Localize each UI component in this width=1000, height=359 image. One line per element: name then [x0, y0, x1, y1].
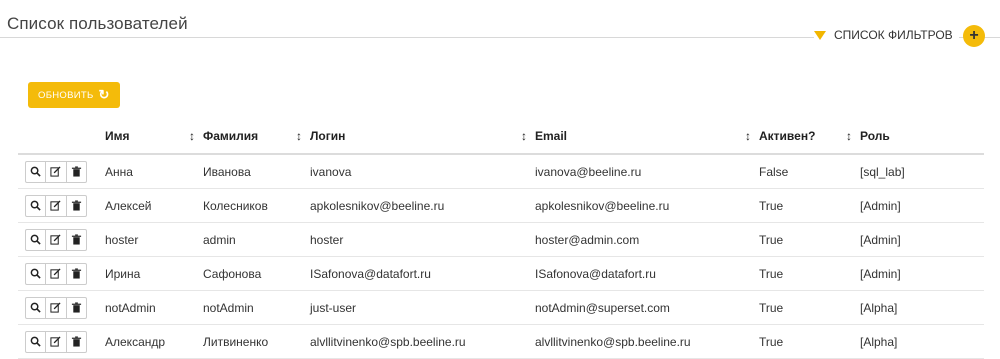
role-cell: [Admin]: [860, 256, 984, 291]
edit-icon[interactable]: [46, 263, 67, 284]
column-header-email[interactable]: Email ↕: [535, 119, 759, 155]
table-row: Ирина Сафонова ISafonova@datafort.ru ISafon…: [18, 256, 984, 291]
email-cell: notAdmin@superset.com: [535, 290, 759, 325]
refresh-icon: ↻: [98, 87, 110, 102]
first-name-cell: Анна: [105, 154, 203, 189]
role-cell: [Alpha]: [860, 290, 984, 325]
actions-column-header: [18, 119, 105, 155]
row-actions: [18, 188, 105, 223]
role-cell: [Admin]: [860, 188, 984, 223]
column-header-first-name[interactable]: Имя ↕: [105, 119, 203, 155]
table-row: hoster admin hoster hoster@admin.com True [Ad…: [18, 222, 984, 257]
edit-icon[interactable]: [46, 161, 67, 182]
funnel-icon: [814, 30, 826, 40]
row-actions: [18, 256, 105, 291]
column-header-role[interactable]: Роль: [860, 119, 984, 155]
edit-icon[interactable]: [46, 331, 67, 352]
table-row: Алексей Колесников apkolesnikov@beeline.ru…: [18, 188, 984, 223]
page-title: Список пользователей: [7, 14, 188, 33]
login-cell: apkolesnikov@beeline.ru: [310, 188, 535, 223]
trash-icon[interactable]: [67, 230, 86, 250]
users-table: Имя ↕ Фамилия ↕ Логин ↕ Email ↕ Активен? ↕ Ро…: [18, 119, 984, 359]
last-name-cell: Иванова: [203, 154, 310, 189]
column-header-active[interactable]: Активен? ↕: [759, 119, 860, 155]
search-icon[interactable]: [26, 195, 47, 216]
login-cell: alvllitvinenko@spb.beeline.ru: [310, 324, 535, 359]
action-group: [25, 228, 87, 251]
login-cell: hoster: [310, 222, 535, 257]
active-cell: True: [759, 324, 860, 359]
table-row: Анна Иванова ivanova ivanova@beeline.ru Fals…: [18, 154, 984, 189]
edit-icon[interactable]: [46, 229, 67, 250]
active-cell: True: [759, 188, 860, 223]
first-name-cell: Алексей: [105, 188, 203, 223]
action-group: [25, 160, 87, 183]
row-actions: [18, 154, 105, 189]
title-divider: [0, 37, 806, 38]
column-header-last-name[interactable]: Фамилия ↕: [203, 119, 310, 155]
edit-icon[interactable]: [46, 297, 67, 318]
action-group: [25, 296, 87, 319]
action-group: [25, 262, 87, 285]
trash-icon[interactable]: [67, 298, 86, 318]
refresh-label: ОБНОВИТЬ: [38, 89, 94, 101]
trash-icon[interactable]: [67, 196, 86, 216]
table-row: Александр Литвиненко alvllitvinenko@spb.be…: [18, 324, 984, 359]
first-name-cell: Александр: [105, 324, 203, 359]
role-cell: [Alpha]: [860, 324, 984, 359]
search-icon[interactable]: [26, 331, 47, 352]
sort-icon[interactable]: ↕: [745, 129, 751, 143]
last-name-cell: admin: [203, 222, 310, 257]
email-cell: ISafonova@datafort.ru: [535, 256, 759, 291]
role-cell: [Admin]: [860, 222, 984, 257]
last-name-cell: notAdmin: [203, 290, 310, 325]
email-cell: apkolesnikov@beeline.ru: [535, 188, 759, 223]
first-name-cell: notAdmin: [105, 290, 203, 325]
search-icon[interactable]: [26, 161, 47, 182]
active-cell: True: [759, 222, 860, 257]
email-cell: ivanova@beeline.ru: [535, 154, 759, 189]
last-name-cell: Сафонова: [203, 256, 310, 291]
trash-icon[interactable]: [67, 162, 86, 182]
email-cell: alvllitvinenko@spb.beeline.ru: [535, 324, 759, 359]
login-cell: ivanova: [310, 154, 535, 189]
sort-icon[interactable]: ↕: [189, 129, 195, 143]
first-name-cell: Ирина: [105, 256, 203, 291]
action-group: [25, 330, 87, 353]
sort-icon[interactable]: ↕: [521, 129, 527, 143]
sort-icon[interactable]: ↕: [296, 129, 302, 143]
role-cell: [sql_lab]: [860, 154, 984, 189]
table-row: notAdmin notAdmin just-user notAdmin@supers…: [18, 290, 984, 325]
table-header-row: Имя ↕ Фамилия ↕ Логин ↕ Email ↕ Активен? ↕ Ро…: [18, 119, 984, 155]
trash-icon[interactable]: [67, 264, 86, 284]
email-cell: hoster@admin.com: [535, 222, 759, 257]
action-group: [25, 194, 87, 217]
row-actions: [18, 222, 105, 257]
active-cell: False: [759, 154, 860, 189]
column-header-login[interactable]: Логин ↕: [310, 119, 535, 155]
row-actions: [18, 290, 105, 325]
last-name-cell: Колесников: [203, 188, 310, 223]
refresh-button[interactable]: ОБНОВИТЬ ↻: [28, 82, 120, 108]
edit-icon[interactable]: [46, 195, 67, 216]
last-name-cell: Литвиненко: [203, 324, 310, 359]
add-filter-button[interactable]: +: [963, 25, 985, 47]
filters-list-label: СПИСОК ФИЛЬТРОВ: [834, 28, 953, 42]
first-name-cell: hoster: [105, 222, 203, 257]
filters-list-button[interactable]: СПИСОК ФИЛЬТРОВ: [814, 26, 959, 44]
search-icon[interactable]: [26, 297, 47, 318]
active-cell: True: [759, 256, 860, 291]
trash-icon[interactable]: [67, 332, 86, 352]
sort-icon[interactable]: ↕: [846, 129, 852, 143]
login-cell: ISafonova@datafort.ru: [310, 256, 535, 291]
search-icon[interactable]: [26, 263, 47, 284]
active-cell: True: [759, 290, 860, 325]
login-cell: just-user: [310, 290, 535, 325]
search-icon[interactable]: [26, 229, 47, 250]
row-actions: [18, 324, 105, 359]
